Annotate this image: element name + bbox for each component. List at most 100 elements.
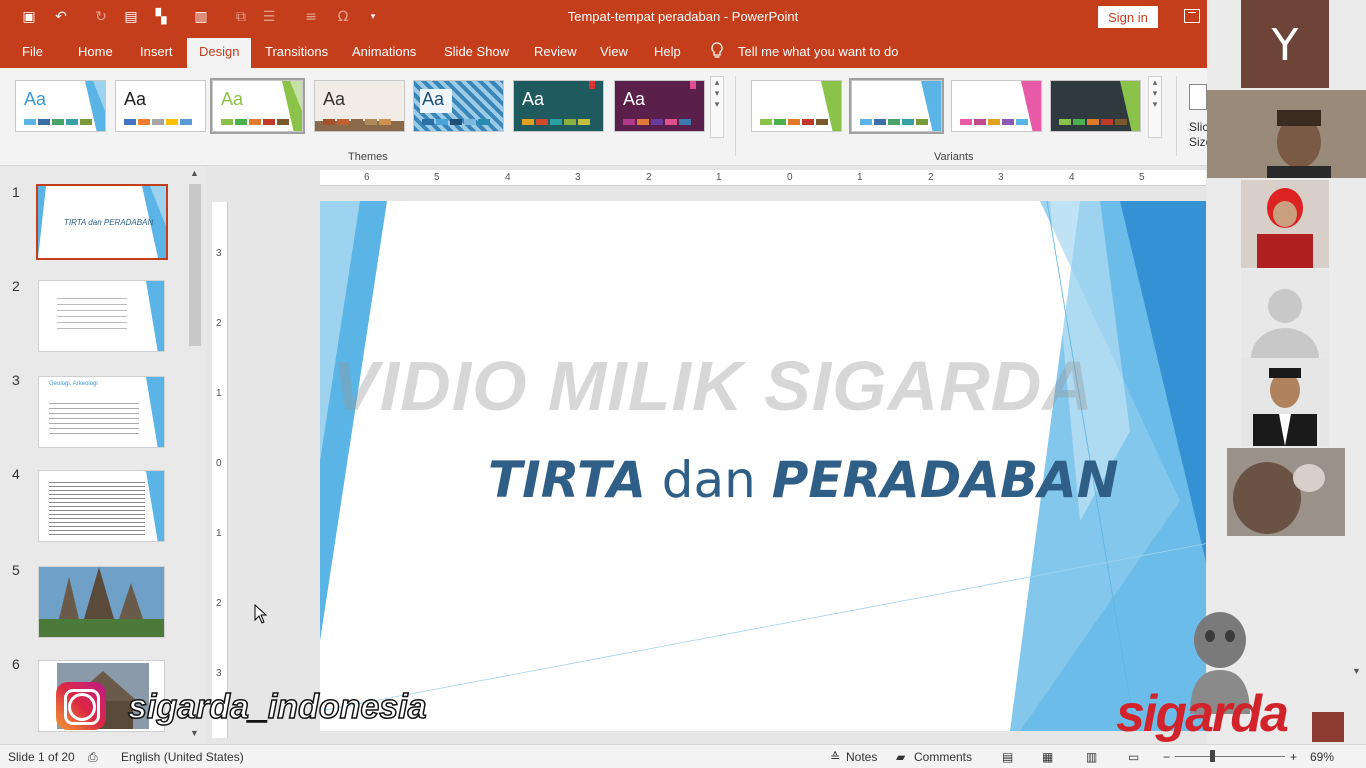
symbol-icon[interactable]: Ω	[334, 8, 352, 26]
participant-video[interactable]	[1241, 358, 1329, 446]
zoom-slider-thumb[interactable]	[1210, 750, 1215, 762]
theme-office[interactable]: Aa	[115, 80, 206, 132]
tell-me-search[interactable]: Tell me what you want to do	[738, 44, 898, 59]
language-indicator[interactable]: English (United States)	[121, 750, 244, 764]
ruler-label: 1	[216, 388, 222, 399]
video-scroll-down-icon[interactable]: ▼	[1352, 666, 1364, 678]
ruler-label: 5	[1139, 172, 1145, 183]
tab-home[interactable]: Home	[78, 44, 113, 59]
slide-thumbnail-title: TIRTA dan PERADABAN	[64, 218, 154, 227]
slide-number: 4	[12, 466, 20, 482]
ruler-label: 3	[575, 172, 581, 183]
zoom-slider[interactable]	[1175, 756, 1285, 757]
slideshow-view-icon[interactable]: ▭	[1128, 750, 1139, 764]
scroll-up-icon[interactable]: ▲	[190, 168, 199, 178]
slide-thumbnail-body	[57, 293, 127, 331]
variant-dark[interactable]	[1050, 80, 1141, 132]
ribbon-tabs: File Home Insert Design Transitions Anim…	[0, 36, 1366, 68]
participant-initial: Y	[1271, 20, 1299, 71]
participant-video[interactable]	[1241, 180, 1329, 268]
participant-video-frame	[1227, 448, 1345, 536]
slide-canvas[interactable]: VIDIO MILIK SIGARDA TIRTA dan PERADABAN	[320, 201, 1206, 731]
theme-wood[interactable]: Aa	[314, 80, 405, 132]
participant-video[interactable]	[1227, 448, 1345, 536]
sigarda-logo: sigarda	[1112, 600, 1322, 743]
ruler-label: 4	[505, 172, 511, 183]
instagram-handle: sigarda_indonesia	[127, 687, 427, 727]
tab-animations[interactable]: Animations	[352, 44, 416, 59]
line-spacing-icon[interactable]: ☰	[260, 8, 278, 26]
slide-size-icon	[1189, 84, 1207, 110]
theme-facet-green[interactable]: Aa	[210, 78, 305, 134]
zoom-out-icon[interactable]: −	[1163, 750, 1170, 764]
theme-pattern[interactable]: Aa	[413, 80, 504, 132]
slide-counter: Slide 1 of 20	[8, 750, 75, 764]
powerpoint-window: ▣ ↶ ↻ ▤ ▚ ▥ ⧉ ☰ ≡ Ω ▾ Tempat-tempat pera…	[0, 0, 1366, 768]
tab-file[interactable]: File	[22, 44, 43, 59]
thumbnail-scrollbar[interactable]: ▲ ▼	[186, 166, 204, 744]
slide-title[interactable]: TIRTA dan PERADABAN	[488, 451, 1119, 509]
ruler-label: 4	[1069, 172, 1075, 183]
slide-number: 2	[12, 278, 20, 294]
tab-insert[interactable]: Insert	[140, 44, 173, 59]
tab-view[interactable]: View	[600, 44, 628, 59]
undo-icon[interactable]: ↶	[52, 8, 70, 26]
format-painter-icon[interactable]: ▚	[152, 8, 170, 26]
customize-qat-icon[interactable]: ▾	[364, 8, 382, 26]
theme-ion[interactable]: Aa	[513, 80, 604, 132]
present-icon[interactable]: ▤	[122, 8, 140, 26]
copy-icon[interactable]: ⧉	[232, 8, 250, 26]
ribbon-design: Aa Aa Aa Aa Aa Aa Aa ▴ ▾ ▾ Themes ▴ ▾ ▾ …	[0, 68, 1366, 166]
redo-icon[interactable]: ↻	[92, 8, 110, 26]
save-icon[interactable]: ▣	[20, 8, 38, 26]
variant-pink[interactable]	[951, 80, 1042, 132]
zoom-level[interactable]: 69%	[1310, 750, 1334, 764]
variants-group-label: Variants	[934, 151, 974, 163]
reading-view-icon[interactable]: ▥	[1086, 750, 1097, 764]
sigarda-wordmark: sigarda	[1116, 685, 1289, 743]
slide-thumbnail[interactable]	[38, 470, 165, 542]
ruler-label: 5	[434, 172, 440, 183]
variant-green[interactable]	[751, 80, 842, 132]
scroll-thumb[interactable]	[189, 184, 201, 346]
slide-size-button[interactable]: Slic Size	[1176, 76, 1212, 156]
comments-icon[interactable]: ▰	[896, 750, 905, 764]
notes-icon[interactable]: ≙	[830, 750, 840, 764]
participant-tile[interactable]: Y	[1241, 0, 1329, 88]
slide-thumbnail[interactable]	[38, 280, 165, 352]
ruler-label: 3	[216, 668, 222, 679]
ribbon-display-options-icon[interactable]	[1184, 9, 1200, 23]
theme-ion-boardroom[interactable]: Aa	[614, 80, 705, 132]
theme-facet[interactable]: Aa	[15, 80, 106, 132]
variants-gallery-scroll[interactable]: ▴ ▾ ▾	[1148, 76, 1162, 138]
slide-sorter-icon[interactable]: ▦	[1042, 750, 1053, 764]
participant-video[interactable]	[1207, 90, 1366, 178]
spellcheck-icon[interactable]: ⎙	[88, 750, 98, 765]
notes-button[interactable]: Notes	[846, 750, 877, 764]
status-bar: Slide 1 of 20 ⎙ English (United States) …	[0, 744, 1366, 768]
slide-thumbnail[interactable]	[38, 566, 165, 638]
tab-help[interactable]: Help	[654, 44, 681, 59]
slide-thumbnail[interactable]: TIRTA dan PERADABAN	[36, 184, 168, 260]
title-bar: ▣ ↶ ↻ ▤ ▚ ▥ ⧉ ☰ ≡ Ω ▾ Tempat-tempat pera…	[0, 0, 1366, 36]
tab-transitions[interactable]: Transitions	[265, 44, 328, 59]
zoom-in-icon[interactable]: +	[1290, 750, 1297, 764]
slide-thumbnail[interactable]: Geologi, Arkeologi	[38, 376, 165, 448]
title-part-dan: dan	[645, 451, 772, 509]
themes-gallery-scroll[interactable]: ▴ ▾ ▾	[710, 76, 724, 138]
slide-thumbnail-body	[49, 399, 139, 435]
normal-view-icon[interactable]: ▤	[1002, 750, 1013, 764]
tab-slide-show[interactable]: Slide Show	[444, 44, 509, 59]
participant-video-frame	[1207, 90, 1366, 178]
comments-button[interactable]: Comments	[914, 750, 972, 764]
align-icon[interactable]: ≡	[302, 8, 320, 26]
paste-icon[interactable]: ▥	[192, 8, 210, 26]
participant-avatar-placeholder[interactable]	[1241, 270, 1329, 358]
sign-in-button[interactable]: Sign in	[1098, 6, 1158, 28]
tab-design[interactable]: Design	[187, 38, 252, 68]
variant-blue[interactable]	[849, 78, 944, 134]
ruler-label: 2	[216, 598, 222, 609]
slide-number: 3	[12, 372, 20, 388]
tab-review[interactable]: Review	[534, 44, 577, 59]
instagram-icon	[56, 682, 106, 730]
